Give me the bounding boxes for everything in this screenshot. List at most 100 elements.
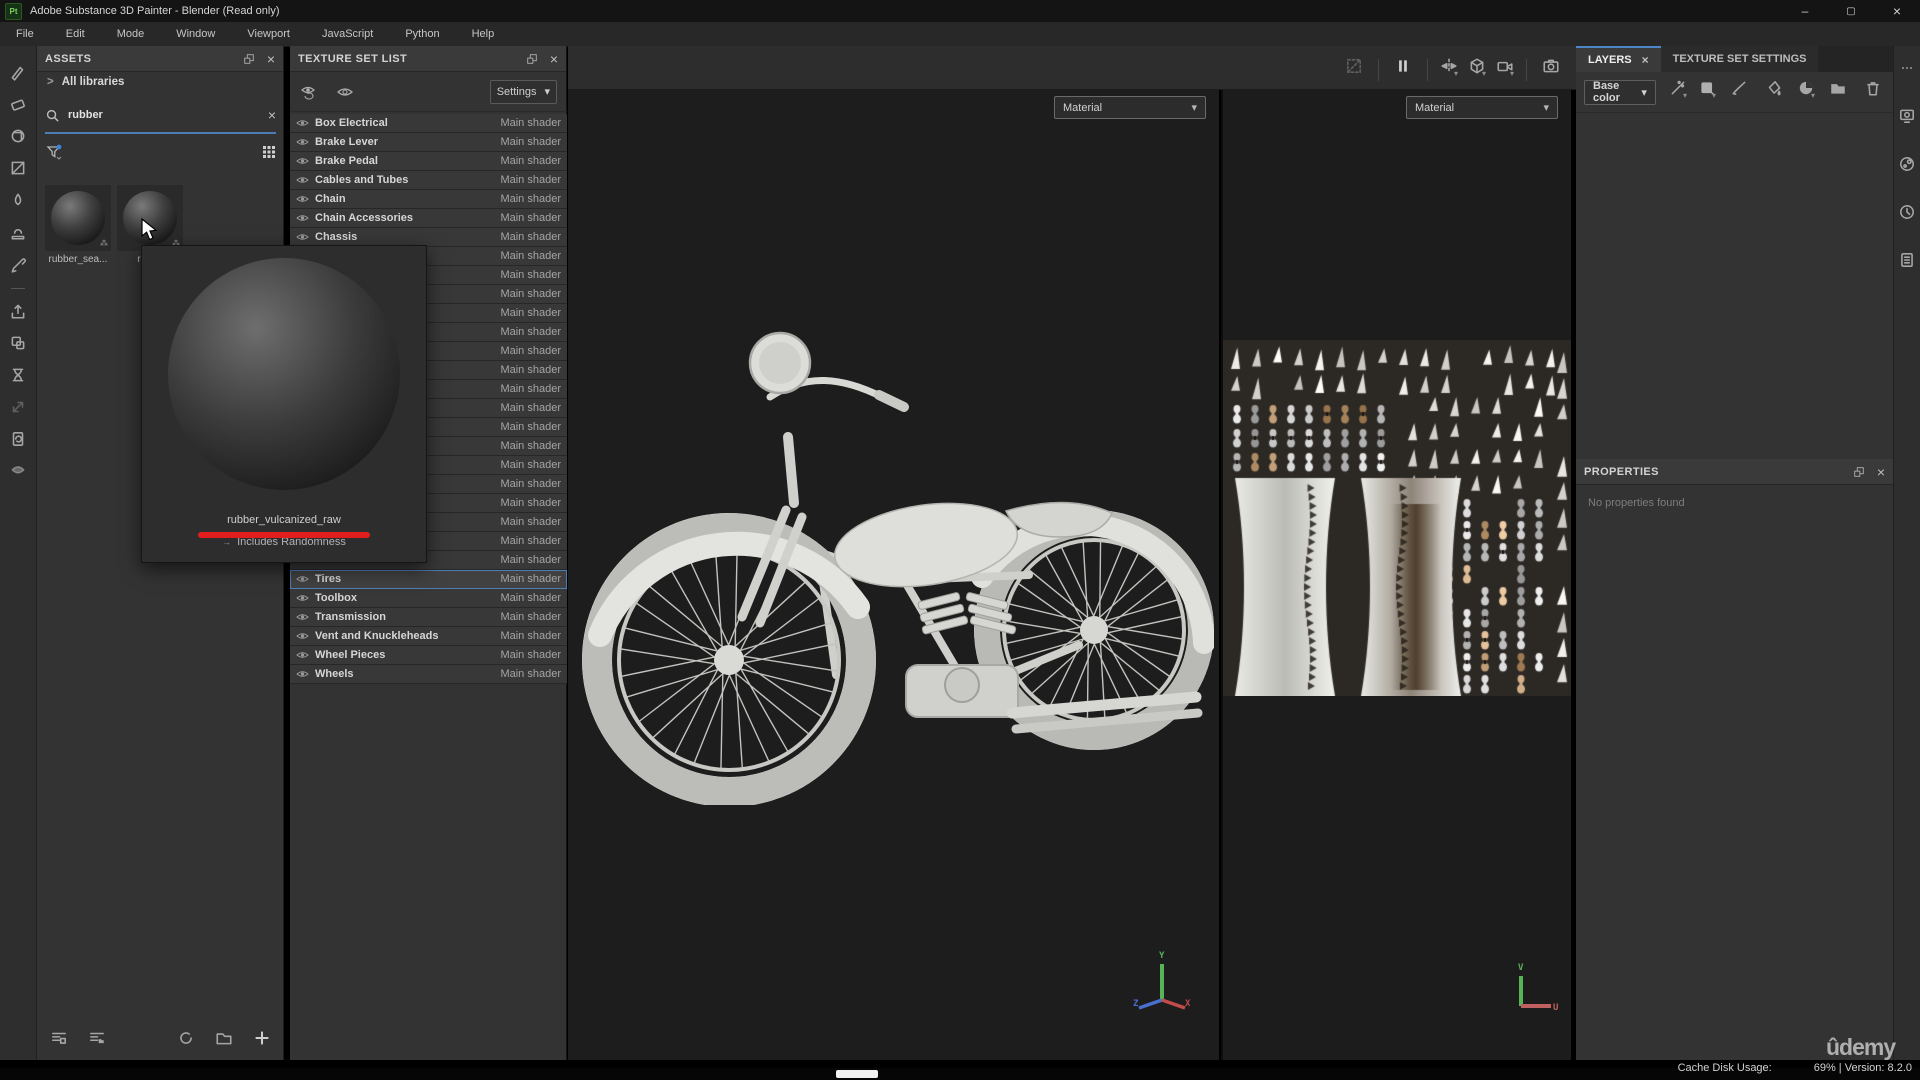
texture-set-row-vent-and-knuckleheads[interactable]: Vent and Knuckleheads Main shader [290,627,567,646]
document-sync-icon[interactable] [6,427,30,451]
visibility-eye-icon[interactable] [296,650,309,660]
visibility-eye-icon[interactable] [296,137,309,147]
add-effect-icon[interactable] [1762,76,1786,100]
close-icon[interactable]: × [267,52,275,66]
asset-thumbnail[interactable]: ⁂ [45,185,111,251]
smudge-tool-icon[interactable] [6,188,30,212]
menu-mode[interactable]: Mode [101,28,161,40]
library-selector[interactable]: > All libraries [47,76,124,88]
log-icon[interactable] [1895,248,1919,272]
visibility-eye-icon[interactable] [296,574,309,584]
texture-set-row-transmission[interactable]: Transmission Main shader [290,608,567,627]
viewport-3d[interactable]: Material▾ [568,90,1219,1060]
add-fill-layer-icon[interactable]: ▾ [1698,76,1716,100]
material-ball [51,191,105,245]
texture-set-row-brake-pedal[interactable]: Brake Pedal Main shader [290,152,567,171]
menu-viewport[interactable]: Viewport [231,28,306,40]
menu-javascript[interactable]: JavaScript [306,28,389,40]
export-icon[interactable] [6,299,30,323]
visibility-eye-icon[interactable] [296,156,309,166]
visibility-eye-icon[interactable] [296,175,309,185]
visibility-eye-icon[interactable] [296,669,309,679]
popout-icon[interactable] [243,53,255,65]
visibility-eye-icon[interactable] [296,118,309,128]
screenshot-icon[interactable] [1539,54,1563,78]
properties-header: PROPERTIES × [1576,459,1893,485]
projection-cube-icon[interactable]: ▾ [1468,54,1486,78]
menu-window[interactable]: Window [160,28,231,40]
menu-file[interactable]: File [0,28,50,40]
maximize-button[interactable]: ▢ [1828,0,1874,22]
tab-texture-set-settings[interactable]: TEXTURE SET SETTINGS [1661,46,1819,72]
add-paint-layer-icon[interactable] [1727,76,1751,100]
minimize-button[interactable]: – [1782,0,1828,22]
add-group-icon[interactable] [1826,76,1850,100]
assets-stack-icon[interactable] [6,331,30,355]
filter-funnel-icon[interactable] [45,143,63,161]
projection-tool-icon[interactable] [6,124,30,148]
texture-set-row-wheel-pieces[interactable]: Wheel Pieces Main shader [290,646,567,665]
texture-set-row-box-electrical[interactable]: Box Electrical Main shader [290,114,567,133]
close-icon[interactable]: × [1642,54,1649,66]
asset-list-view[interactable] [85,1026,109,1050]
texture-set-row-toolbox[interactable]: Toolbox Main shader [290,589,567,608]
grid-view-icon[interactable] [262,145,276,159]
polygon-fill-tool-icon[interactable] [6,156,30,180]
texture-set-row-chain-accessories[interactable]: Chain Accessories Main shader [290,209,567,228]
material-sphere-icon[interactable] [1895,152,1919,176]
svg-text:V: V [1518,963,1524,973]
texture-set-row-tires[interactable]: Tires Main shader [290,570,567,589]
add-mask-icon[interactable]: ▾ [1797,76,1815,100]
close-icon[interactable]: × [550,52,558,66]
delete-layer-icon[interactable] [1861,76,1885,100]
search-input[interactable]: rubber × [45,102,276,128]
clear-search-icon[interactable]: × [268,108,276,122]
menu-edit[interactable]: Edit [50,28,101,40]
texture-set-row-chain[interactable]: Chain Main shader [290,190,567,209]
hourglass-icon[interactable] [6,363,30,387]
close-icon[interactable]: × [1877,465,1885,479]
visibility-eye-icon[interactable] [336,85,354,99]
camera-icon[interactable]: ▾ [1496,54,1514,78]
clone-tool-icon[interactable] [6,220,30,244]
popout-icon[interactable] [526,53,538,65]
visibility-eye-icon[interactable] [296,232,309,242]
panel-menu-icon[interactable] [1895,56,1919,80]
paint-tool-icon[interactable] [6,60,30,84]
eraser-tool-icon[interactable] [6,92,30,116]
visibility-eye-icon[interactable] [296,631,309,641]
symmetry-icon[interactable]: ▾ [1440,54,1458,78]
close-button[interactable]: × [1874,0,1920,22]
toggle-all-visibility-icon[interactable] [300,84,318,100]
layers-list-empty[interactable] [1576,112,1893,459]
texture-set-row-brake-lever[interactable]: Brake Lever Main shader [290,133,567,152]
import-folder-icon[interactable] [212,1026,236,1050]
reload-icon[interactable] [174,1026,198,1050]
shading-mode-dropdown-2d[interactable]: Material▾ [1406,96,1558,119]
settings-dropdown[interactable]: Settings ▾ [490,80,557,104]
material-picker-tool-icon[interactable] [6,252,30,276]
visibility-eye-icon[interactable] [296,612,309,622]
menu-python[interactable]: Python [389,28,455,40]
texture-set-row-wheels[interactable]: Wheels Main shader [290,665,567,684]
chevron-right-icon: > [47,76,54,88]
shading-mode-dropdown-3d[interactable]: Material▾ [1054,96,1206,119]
visibility-eye-icon[interactable] [296,593,309,603]
asset-details-view[interactable] [47,1026,71,1050]
pause-icon[interactable] [1391,54,1415,78]
popout-icon[interactable] [1853,466,1865,478]
tab-layers[interactable]: LAYERS × [1576,46,1661,72]
history-icon[interactable] [1895,200,1919,224]
right-panel-tabs: LAYERS × TEXTURE SET SETTINGS [1576,46,1893,72]
display-settings-icon[interactable] [1895,104,1919,128]
visibility-eye-icon[interactable] [296,213,309,223]
channel-dropdown[interactable]: Base color ▾ [1584,80,1656,105]
svg-text:X: X [1185,999,1191,1009]
viewport-2d[interactable]: Material▾ V U [1221,90,1571,1060]
add-asset-icon[interactable] [250,1026,274,1050]
add-smart-material-icon[interactable]: ▾ [1669,76,1687,100]
texture-set-row-cables-and-tubes[interactable]: Cables and Tubes Main shader [290,171,567,190]
visibility-eye-icon[interactable] [296,194,309,204]
menu-help[interactable]: Help [456,28,511,40]
shelf-icon[interactable] [6,459,30,483]
